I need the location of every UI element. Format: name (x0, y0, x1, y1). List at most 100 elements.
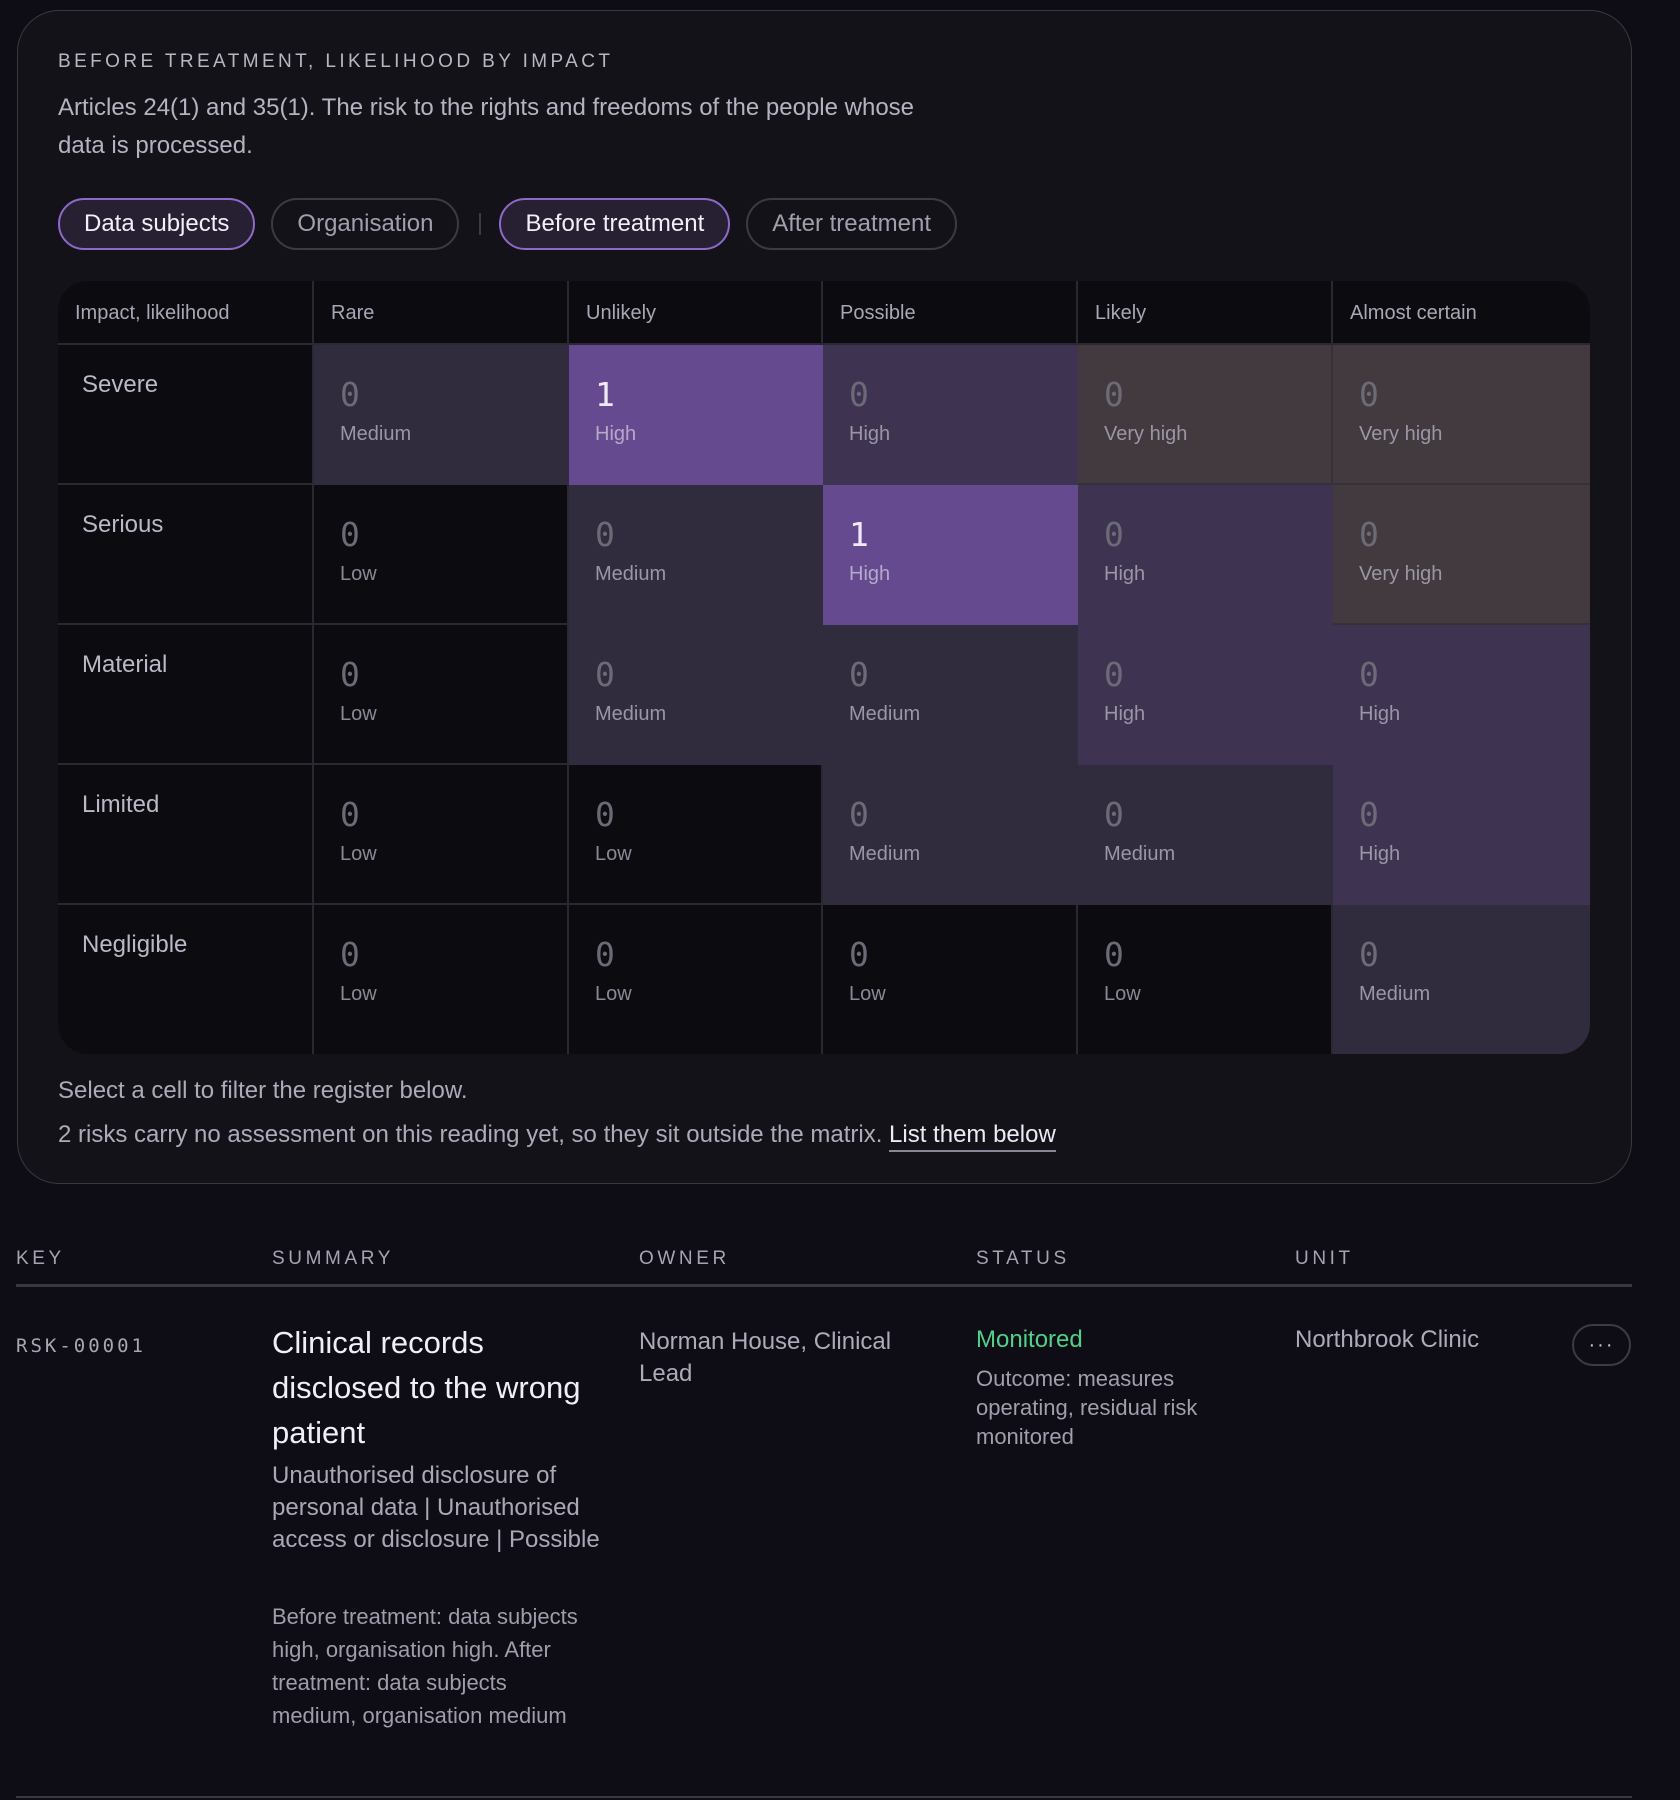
matrix-cell[interactable]: 0 Medium (1078, 765, 1333, 905)
cell-count: 0 (340, 515, 360, 554)
matrix-cell[interactable]: 0 Low (569, 905, 823, 1054)
cell-level: Medium (1104, 843, 1176, 865)
row-label-limited: Limited (58, 765, 314, 905)
unassessed-note: 2 risks carry no assessment on this read… (58, 1121, 1056, 1152)
risk-title[interactable]: Clinical records disclosed to the wrong … (272, 1320, 602, 1455)
cell-count: 0 (1104, 655, 1124, 694)
matrix-filter-pills: Data subjects Organisation Before treatm… (58, 198, 973, 250)
cell-count: 0 (595, 515, 615, 554)
unassessed-text: 2 risks carry no assessment on this read… (58, 1121, 883, 1148)
cell-level: Very high (1104, 423, 1188, 445)
cell-count: 0 (1359, 795, 1379, 834)
matrix-cell[interactable]: 0 Medium (823, 765, 1078, 905)
matrix-cell[interactable]: 1 High (823, 485, 1078, 625)
matrix-cell[interactable]: 0 Low (314, 905, 569, 1054)
column-header-almost-certain: Almost certain (1333, 281, 1590, 345)
matrix-cell[interactable]: 0 Low (1078, 905, 1333, 1054)
matrix-cell[interactable]: 0 High (1078, 485, 1333, 625)
cell-level: High (849, 563, 891, 585)
matrix-cell[interactable]: 0 Low (314, 765, 569, 905)
matrix-cell[interactable]: 0 High (1078, 625, 1333, 765)
register-header-rule (16, 1284, 1632, 1287)
cell-level: Medium (849, 703, 921, 725)
pill-divider (479, 213, 482, 235)
cell-level: Low (849, 983, 886, 1005)
risk-owner: Norman House, Clinical Lead (639, 1328, 892, 1387)
cell-count: 0 (1359, 375, 1379, 414)
register-header-summary: SUMMARY (272, 1248, 394, 1269)
column-header-likely: Likely (1078, 281, 1333, 345)
cell-count: 0 (1104, 375, 1124, 414)
risk-subtitle: Unauthorised disclosure of personal data… (272, 1462, 600, 1553)
matrix-cell[interactable]: 0 Medium (569, 485, 823, 625)
cell-level: Medium (340, 423, 412, 445)
cell-level: Low (340, 563, 377, 585)
matrix-cell[interactable]: 0 Medium (1333, 905, 1590, 1054)
cell-count: 0 (849, 375, 869, 414)
risk-key: RSK-00001 (16, 1335, 146, 1357)
register-row-rule (16, 1796, 1632, 1798)
matrix-cell[interactable]: 0 High (1333, 625, 1590, 765)
cell-level: Very high (1359, 423, 1443, 445)
pill-before-treatment[interactable]: Before treatment (499, 198, 731, 250)
cell-level: High (849, 423, 891, 445)
cell-level: High (1104, 563, 1146, 585)
column-header-possible: Possible (823, 281, 1078, 345)
cell-level: Medium (595, 563, 667, 585)
cell-level: Low (595, 843, 632, 865)
matrix-cell[interactable]: 0 Low (569, 765, 823, 905)
register-header-unit: UNIT (1295, 1248, 1354, 1269)
column-header-rare: Rare (314, 281, 569, 345)
cell-count: 0 (849, 935, 869, 974)
ellipsis-icon: ··· (1588, 1334, 1615, 1356)
row-label-negligible: Negligible (58, 905, 314, 1054)
cell-count: 0 (595, 795, 615, 834)
cell-count: 0 (1359, 515, 1379, 554)
list-them-below-link[interactable]: List them below (889, 1121, 1056, 1152)
cell-level: Low (340, 983, 377, 1005)
more-actions-button[interactable]: ··· (1572, 1324, 1631, 1366)
column-header-unlikely: Unlikely (569, 281, 823, 345)
matrix-cell[interactable]: 0 Medium (569, 625, 823, 765)
risk-treatment-note: Before treatment: data subjects high, or… (272, 1604, 578, 1728)
cell-level: Very high (1359, 563, 1443, 585)
matrix-cell[interactable]: 0 Very high (1078, 345, 1333, 485)
matrix-cell[interactable]: 1 High (569, 345, 823, 485)
cell-count: 0 (1359, 935, 1379, 974)
cell-count: 0 (1359, 655, 1379, 694)
cell-count: 0 (340, 375, 360, 414)
cell-count: 0 (849, 795, 869, 834)
matrix-cell[interactable]: 0 Very high (1333, 485, 1590, 625)
cell-level: High (1359, 703, 1401, 725)
risk-unit: Northbrook Clinic (1295, 1326, 1480, 1353)
status-badge: Monitored (976, 1326, 1083, 1353)
cell-count: 0 (1104, 795, 1124, 834)
cell-count: 0 (340, 795, 360, 834)
cell-level: Medium (849, 843, 921, 865)
matrix-cell[interactable]: 0 Very high (1333, 345, 1590, 485)
matrix-cell[interactable]: 0 High (823, 345, 1078, 485)
matrix-cell[interactable]: 0 High (1333, 765, 1590, 905)
matrix-cell[interactable]: 0 Medium (314, 345, 569, 485)
matrix-cell[interactable]: 0 Medium (823, 625, 1078, 765)
cell-level: Medium (595, 703, 667, 725)
row-label-serious: Serious (58, 485, 314, 625)
pill-after-treatment[interactable]: After treatment (746, 198, 957, 250)
matrix-cell[interactable]: 0 Low (823, 905, 1078, 1054)
cell-level: High (1104, 703, 1146, 725)
matrix-cell[interactable]: 0 Low (314, 485, 569, 625)
cell-count: 0 (1104, 935, 1124, 974)
matrix-cell[interactable]: 0 Low (314, 625, 569, 765)
pill-organisation[interactable]: Organisation (271, 198, 460, 250)
cell-count: 0 (595, 935, 615, 974)
cell-count: 0 (595, 655, 615, 694)
register-header-key: KEY (16, 1248, 65, 1269)
matrix-description: Articles 24(1) and 35(1). The risk to th… (58, 94, 915, 159)
row-label-severe: Severe (58, 345, 314, 485)
register-header-status: STATUS (976, 1248, 1070, 1269)
cell-count: 0 (340, 655, 360, 694)
pill-data-subjects[interactable]: Data subjects (58, 198, 256, 250)
register-header-owner: OWNER (639, 1248, 730, 1269)
cell-level: High (1359, 843, 1401, 865)
risk-outcome: Outcome: measures operating, residual ri… (976, 1366, 1198, 1449)
